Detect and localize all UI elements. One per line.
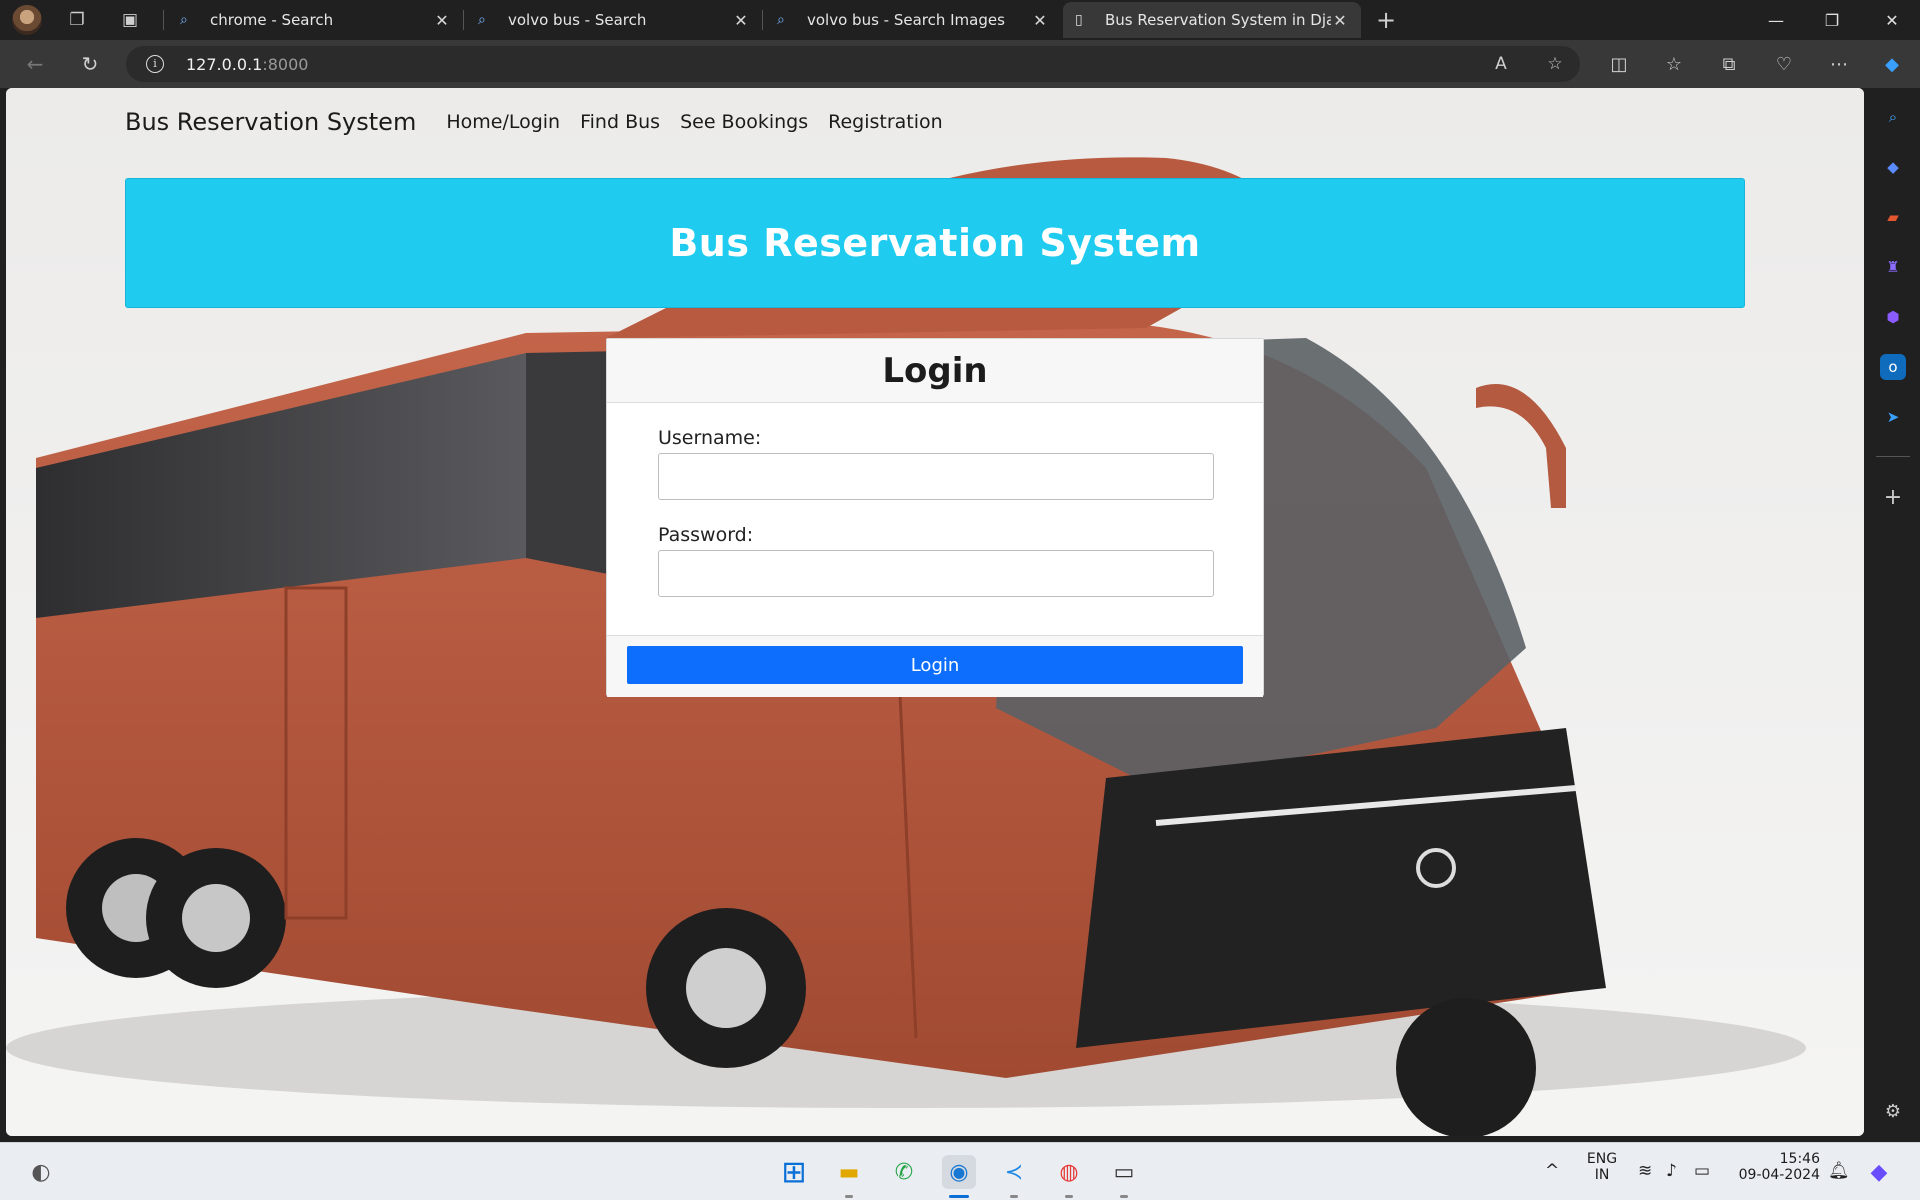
top-navbar: Bus Reservation System Home/Login Find B… [125, 102, 963, 142]
tab-strip: ❐ ▣ ⌕ chrome - Search ✕ ⌕ volvo bus - Se… [0, 0, 1920, 40]
nav-link-see-bookings[interactable]: See Bookings [680, 111, 808, 133]
close-icon[interactable]: ✕ [433, 11, 451, 30]
tab-title: volvo bus - Search [508, 11, 647, 29]
tab-bus-reservation[interactable]: ▯ Bus Reservation System in Djang ✕ [1063, 2, 1361, 38]
minimize-icon[interactable]: — [1748, 0, 1804, 40]
whatsapp-icon[interactable]: ✆ [887, 1155, 921, 1189]
language-indicator[interactable]: ENG IN [1580, 1151, 1624, 1183]
drop-icon[interactable]: ➤ [1880, 404, 1906, 430]
chrome-icon[interactable]: ◍ [1052, 1155, 1086, 1189]
split-screen-icon[interactable]: ◫ [1605, 50, 1633, 78]
running-indicator [845, 1195, 853, 1198]
file-explorer-icon[interactable]: ▬ [832, 1155, 866, 1189]
search-icon: ⌕ [478, 12, 486, 28]
page-icon: ▯ [1075, 12, 1083, 28]
login-button[interactable]: Login [627, 646, 1243, 684]
vscode-icon[interactable]: ≺ [997, 1155, 1031, 1189]
nav-link-find-bus[interactable]: Find Bus [580, 111, 660, 133]
nav-link-registration[interactable]: Registration [828, 111, 943, 133]
tab-separator [762, 10, 763, 30]
browser-essentials-icon[interactable]: ♡ [1770, 50, 1798, 78]
vertical-tabs-icon[interactable]: ▣ [116, 6, 144, 34]
shopping-tag-icon[interactable]: ◆ [1880, 154, 1906, 180]
running-indicator [1065, 1195, 1073, 1198]
more-menu-icon[interactable]: ⋯ [1825, 50, 1853, 78]
tab-title: Bus Reservation System in Djang [1105, 11, 1331, 29]
close-icon[interactable]: ✕ [1031, 11, 1049, 30]
copilot-icon[interactable]: ◆ [1878, 50, 1906, 78]
time-text: 15:46 [1779, 1151, 1820, 1167]
favorite-star-icon[interactable]: ☆ [1544, 54, 1566, 76]
tab-volvo-bus-search[interactable]: ⌕ volvo bus - Search ✕ [466, 2, 762, 38]
close-icon[interactable]: ✕ [1331, 11, 1349, 30]
outlook-icon[interactable]: o [1880, 354, 1906, 380]
username-input[interactable] [658, 453, 1214, 500]
windows-start-icon[interactable]: ⊞ [777, 1155, 811, 1190]
tab-separator [463, 10, 464, 30]
brand-link[interactable]: Bus Reservation System [125, 108, 416, 136]
close-window-icon[interactable]: ✕ [1864, 0, 1920, 40]
chevron-up-icon[interactable]: ^ [1545, 1161, 1559, 1181]
page-viewport: Bus Reservation System Home/Login Find B… [6, 88, 1864, 1136]
add-icon[interactable]: + [1880, 484, 1906, 510]
login-card-footer: Login [607, 635, 1263, 697]
read-aloud-icon[interactable]: A [1490, 54, 1512, 76]
favorites-icon[interactable]: ☆ [1660, 50, 1688, 78]
login-title: Login [882, 350, 988, 391]
password-input[interactable] [658, 550, 1214, 597]
language-text: ENG [1586, 1151, 1618, 1167]
settings-gear-icon[interactable]: ⚙ [1880, 1098, 1906, 1124]
active-indicator [949, 1195, 969, 1198]
region-text: IN [1594, 1167, 1610, 1183]
url-host: 127.0.0.1 [186, 55, 263, 74]
wifi-icon[interactable]: ≋ [1638, 1161, 1652, 1181]
nav-link-home-login[interactable]: Home/Login [446, 111, 560, 133]
url-text[interactable]: 127.0.0.1:8000 [186, 55, 308, 74]
running-indicator [1010, 1195, 1018, 1198]
terminal-icon[interactable]: ▭ [1107, 1155, 1141, 1189]
restore-icon[interactable]: ❐ [1804, 0, 1860, 40]
profile-avatar[interactable] [12, 5, 42, 35]
login-card-header: Login [607, 339, 1263, 403]
games-icon[interactable]: ♜ [1880, 254, 1906, 280]
notification-bell-icon[interactable]: 🔔︎ [1828, 1161, 1850, 1181]
clock[interactable]: 15:46 09-04-2024 [1730, 1151, 1820, 1183]
tools-icon[interactable]: ▰ [1880, 204, 1906, 230]
password-label: Password: [658, 524, 754, 546]
tab-chrome-search[interactable]: ⌕ chrome - Search ✕ [168, 2, 463, 38]
username-label: Username: [658, 427, 762, 449]
sidebar-separator [1876, 456, 1910, 457]
hero-title: Bus Reservation System [669, 221, 1201, 265]
address-bar[interactable]: i 127.0.0.1:8000 A ☆ [126, 46, 1580, 82]
battery-icon[interactable]: ▭ [1694, 1161, 1710, 1181]
login-card: Login Username: Password: Login [606, 338, 1264, 697]
new-tab-icon[interactable]: + [1372, 6, 1400, 34]
widgets-icon[interactable]: ◐ [24, 1155, 58, 1189]
url-port: :8000 [262, 55, 309, 74]
tab-title: volvo bus - Search Images [807, 11, 1005, 29]
date-text: 09-04-2024 [1738, 1167, 1820, 1183]
windows-taskbar: ◐ ⊞ ▬ ✆ ◉ ≺ ◍ ▭ ^ ENG IN ≋ ♪ ▭ 15:46 09-… [0, 1142, 1920, 1200]
microsoft-365-icon[interactable]: ⬢ [1880, 304, 1906, 330]
edge-sidebar: ⌕ ◆ ▰ ♜ ⬢ o ➤ + ⚙ [1866, 88, 1920, 1136]
running-indicator [1120, 1195, 1128, 1198]
tab-title: chrome - Search [210, 11, 334, 29]
info-icon[interactable]: i [146, 55, 164, 73]
hero-banner: Bus Reservation System [125, 178, 1745, 308]
refresh-icon[interactable]: ↻ [75, 49, 105, 79]
tab-volvo-bus-images[interactable]: ⌕ volvo bus - Search Images ✕ [765, 2, 1061, 38]
close-icon[interactable]: ✕ [732, 11, 750, 30]
collections-icon[interactable]: ⧉ [1715, 50, 1743, 78]
search-icon[interactable]: ⌕ [1880, 104, 1906, 130]
search-icon: ⌕ [777, 12, 785, 28]
browser-toolbar: ← ↻ i 127.0.0.1:8000 A ☆ ◫ ☆ ⧉ ♡ ⋯ ◆ [0, 40, 1920, 88]
search-icon: ⌕ [180, 12, 188, 28]
back-icon[interactable]: ← [20, 49, 50, 79]
edge-browser-icon[interactable]: ◉ [942, 1155, 976, 1189]
workspaces-icon[interactable]: ❐ [63, 6, 91, 34]
volume-icon[interactable]: ♪ [1666, 1161, 1677, 1181]
tab-separator [163, 10, 164, 30]
copilot-taskbar-icon[interactable]: ◆ [1862, 1155, 1896, 1189]
